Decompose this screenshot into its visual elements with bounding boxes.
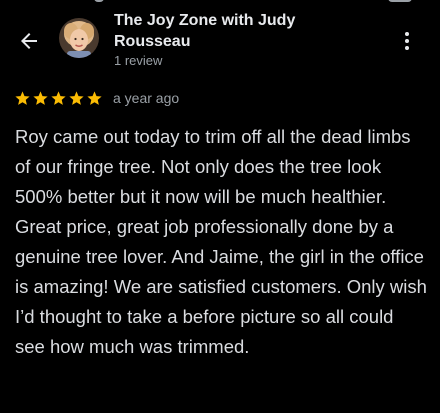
star-icon (33, 90, 48, 105)
more-vert-icon (405, 32, 409, 50)
rating-row: a year ago (14, 88, 179, 108)
review-text: Roy came out today to trim off all the d… (15, 126, 427, 357)
review-header: The Joy Zone with Judy Rousseau 1 review (0, 8, 440, 74)
star-rating (14, 90, 103, 107)
star-icon (69, 90, 84, 105)
star-icon (87, 90, 102, 105)
arrow-back-icon (21, 33, 37, 49)
reviewer-review-count: 1 review (114, 53, 163, 68)
avatar-image (59, 18, 99, 58)
status-bar-fragment (0, 0, 440, 6)
more-options-button[interactable] (394, 26, 420, 56)
back-button[interactable] (14, 26, 44, 56)
reviewer-avatar[interactable] (59, 18, 99, 58)
review-time: a year ago (113, 90, 180, 106)
star-icon (15, 90, 30, 105)
reviewer-name[interactable]: The Joy Zone with Judy Rousseau (114, 10, 364, 52)
star-icon (51, 90, 66, 105)
